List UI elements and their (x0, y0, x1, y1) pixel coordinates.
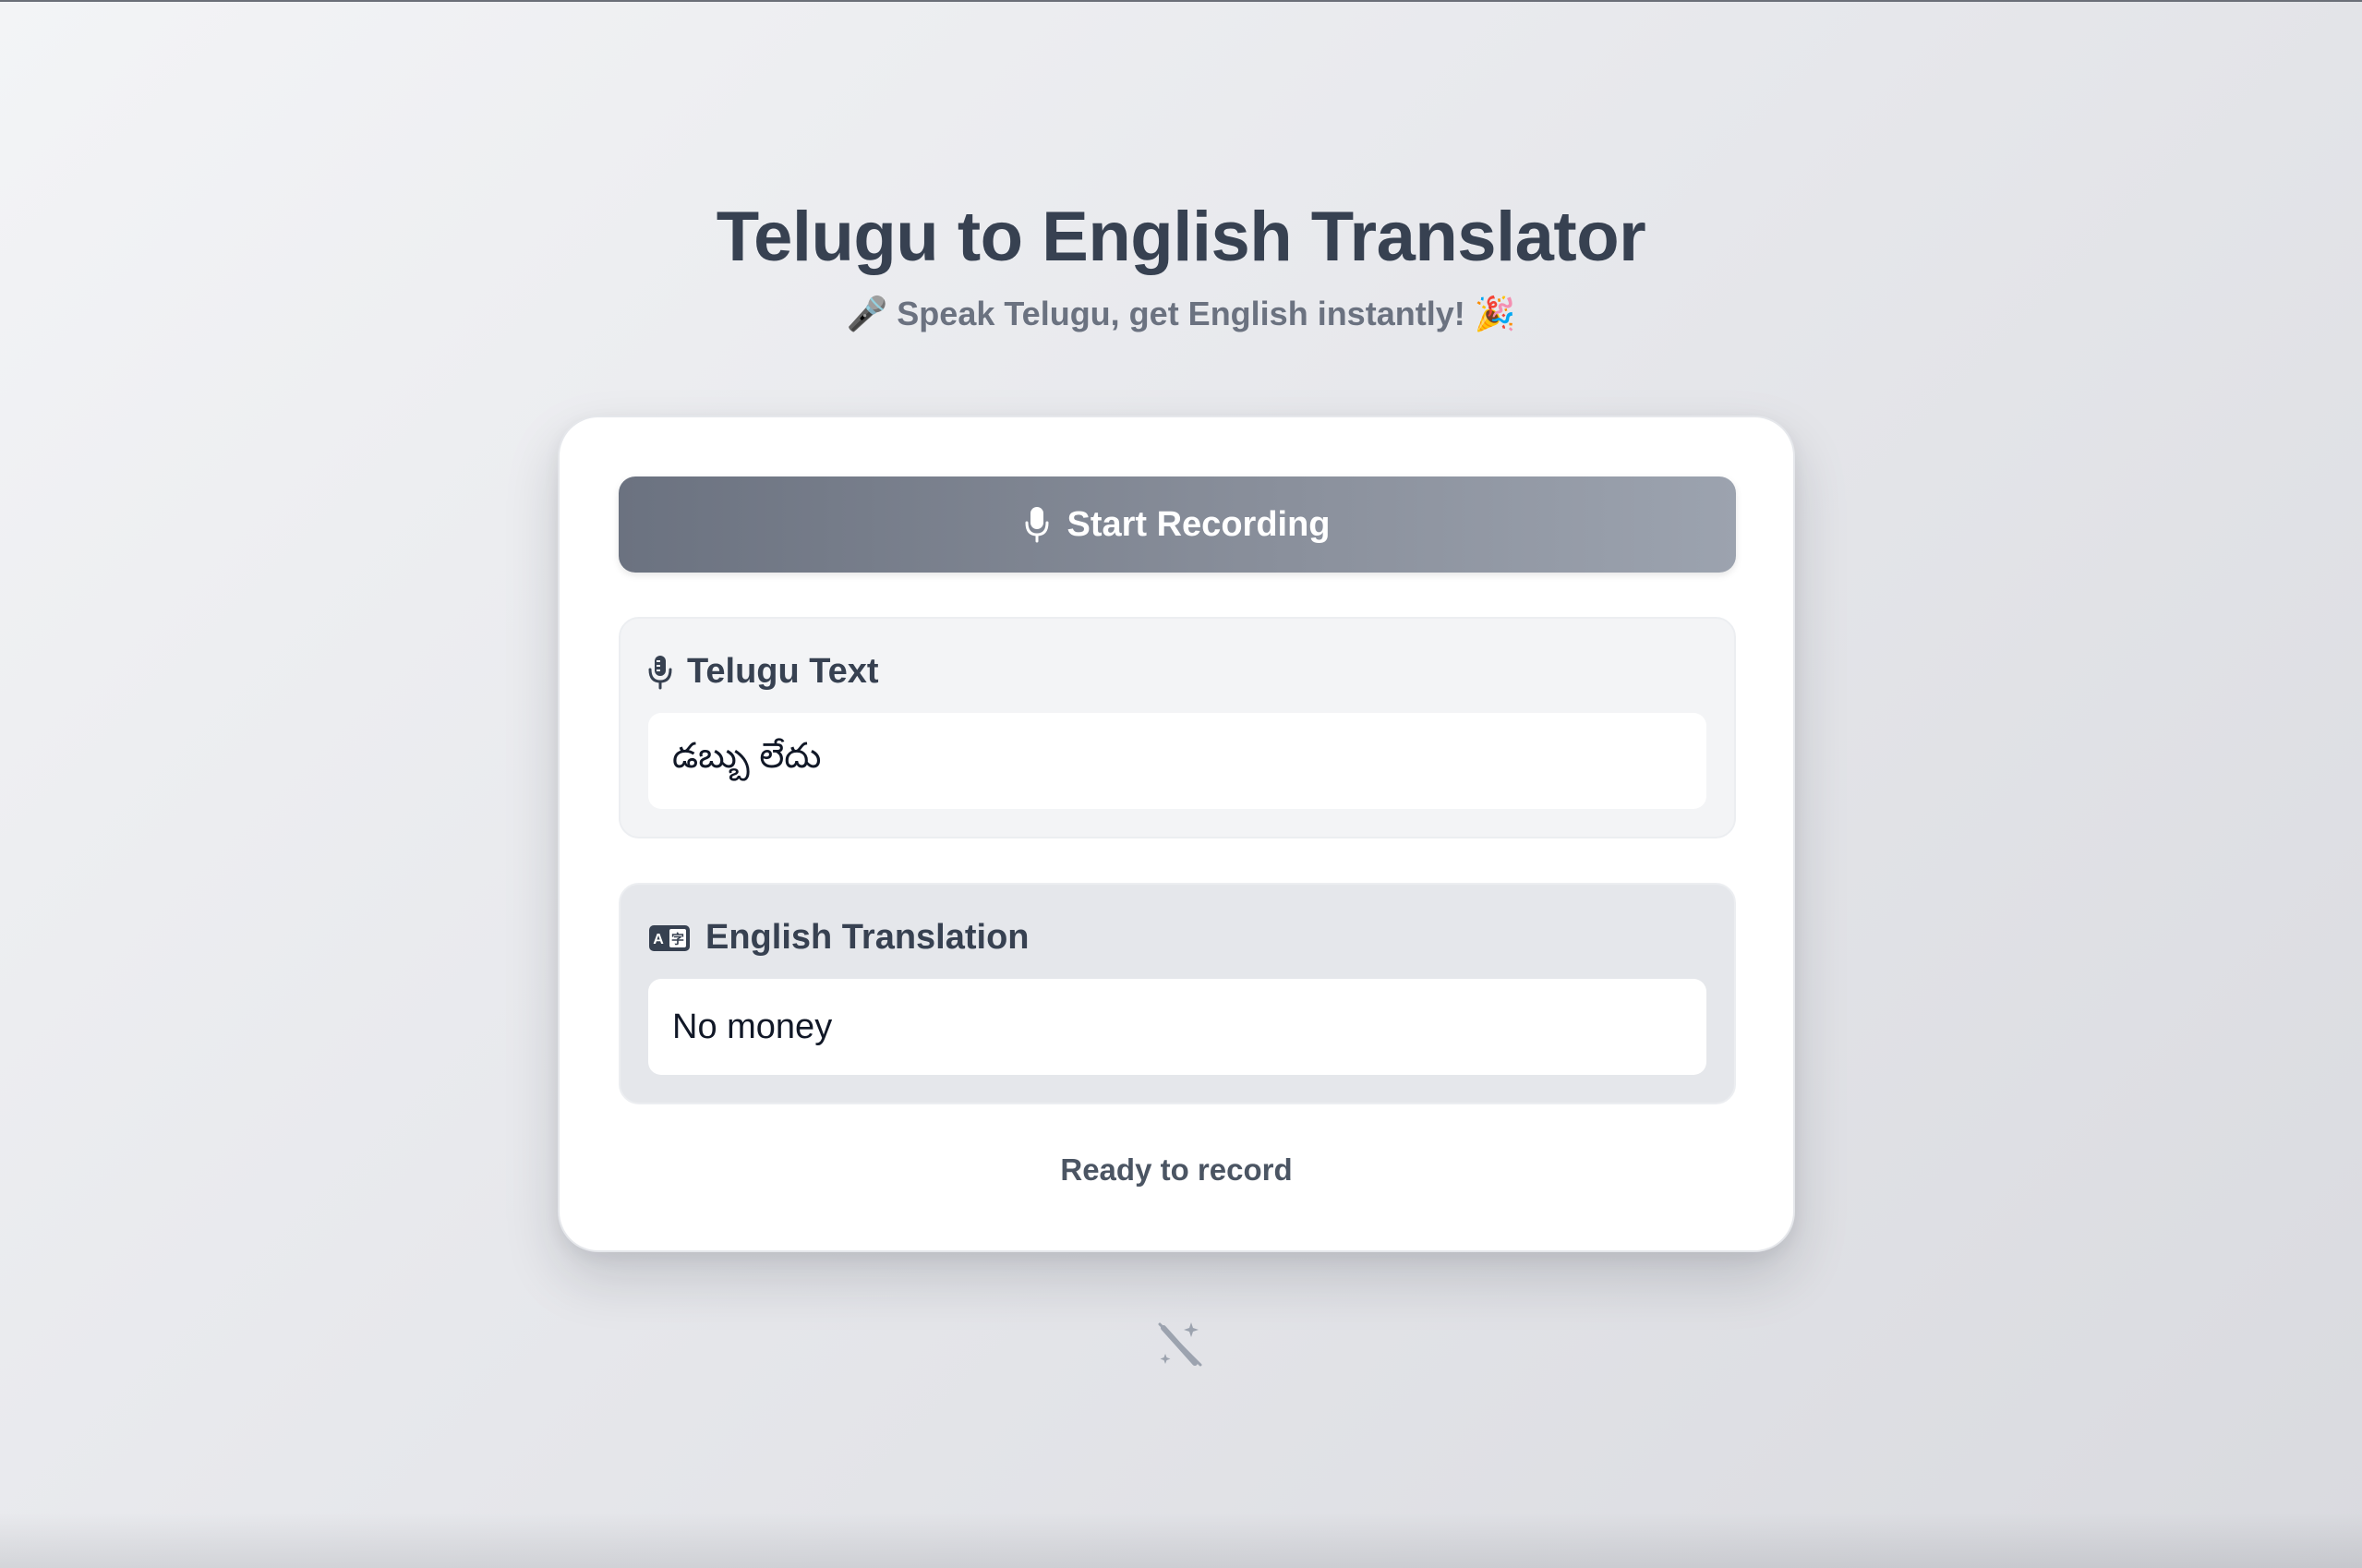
telugu-panel-header: Telugu Text (648, 652, 879, 692)
microphone-stand-icon (648, 655, 672, 690)
bottom-shadow (0, 1513, 2362, 1568)
svg-text:字: 字 (671, 932, 684, 947)
svg-text:A: A (653, 932, 664, 947)
english-panel-header: A 字 English Translation (648, 918, 1030, 958)
telugu-text-output: డబ్బు లేదు (648, 713, 1706, 809)
page-title: Telugu to English Translator (716, 198, 1646, 276)
english-translation-output: No money (648, 979, 1706, 1075)
status-text: Ready to record (1060, 1152, 1293, 1187)
start-recording-button[interactable]: Start Recording (619, 476, 1736, 573)
window-top-border (0, 0, 2362, 2)
page-subtitle: 🎤 Speak Telugu, get English instantly! 🎉 (846, 295, 1516, 332)
translator-card: Start Recording Telugu Text డబ్బు లేదు A… (558, 416, 1795, 1252)
translate-icon: A 字 (648, 924, 691, 952)
telugu-text-panel: Telugu Text డబ్బు లేదు (619, 617, 1736, 838)
english-panel-label: English Translation (705, 918, 1030, 957)
start-recording-label: Start Recording (1067, 504, 1331, 544)
english-translation-panel: A 字 English Translation No money (619, 883, 1736, 1104)
telugu-panel-label: Telugu Text (687, 652, 879, 691)
microphone-icon (1024, 506, 1050, 543)
page-header: Telugu to English Translator 🎤 Speak Tel… (0, 196, 2362, 334)
magic-wand-off-icon (1154, 1319, 1206, 1370)
